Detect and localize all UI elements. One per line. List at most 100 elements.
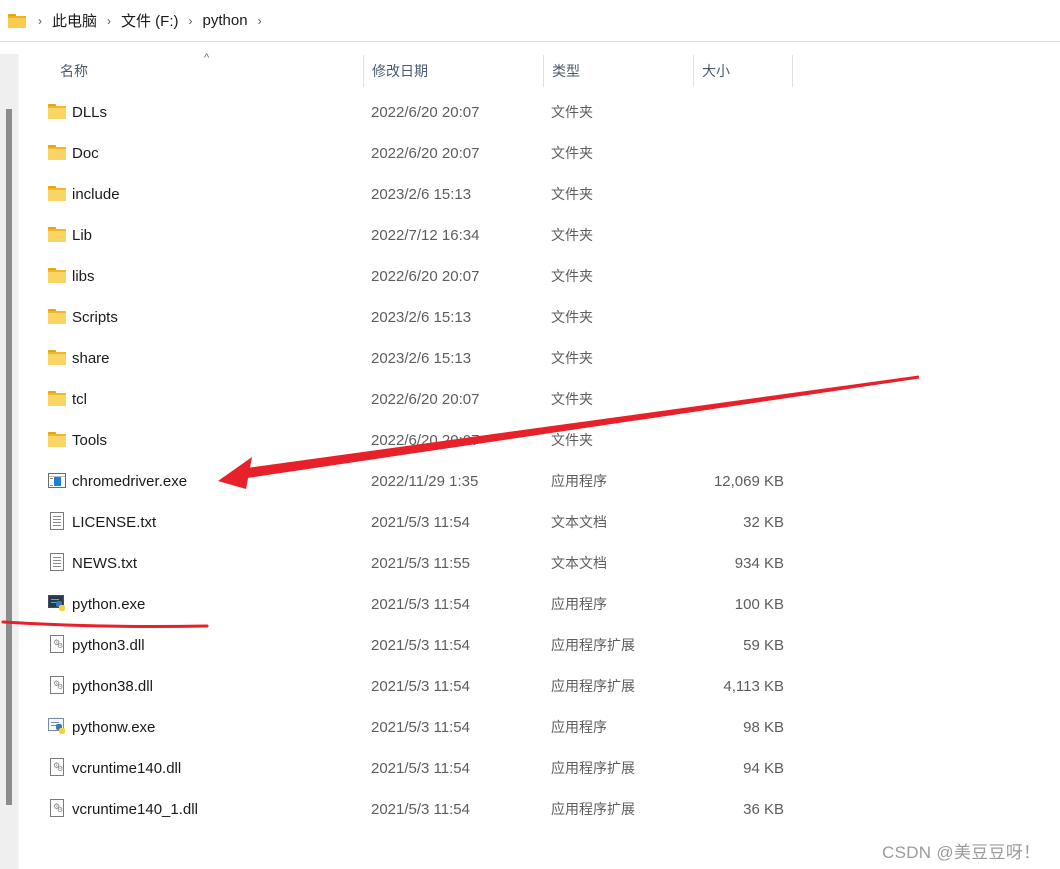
- file-type: 文件夹: [551, 309, 593, 325]
- file-date-modified: 2022/6/20 20:07: [371, 391, 480, 408]
- sort-ascending-icon: ^: [204, 52, 210, 64]
- folder-icon: [47, 226, 67, 244]
- folder-icon: [47, 267, 67, 285]
- file-row[interactable]: ⚙ ⚙ python3.dll 2021/5/3 11:54 应用程序扩展 59 KB: [20, 625, 1060, 666]
- file-size: 934 KB: [734, 555, 784, 572]
- breadcrumb-python[interactable]: python: [203, 12, 248, 29]
- navigation-pane: [0, 54, 19, 869]
- file-name[interactable]: include: [72, 174, 120, 215]
- file-name[interactable]: chromedriver.exe: [72, 461, 187, 502]
- file-name[interactable]: vcruntime140_1.dll: [72, 789, 198, 830]
- file-date-modified: 2021/5/3 11:54: [371, 678, 470, 695]
- scrollbar-thumb[interactable]: [6, 109, 12, 805]
- file-type: 文件夹: [551, 391, 593, 407]
- file-name[interactable]: Tools: [72, 420, 107, 461]
- file-name[interactable]: python3.dll: [72, 625, 145, 666]
- file-row[interactable]: DLLs 2022/6/20 20:07 文件夹: [20, 92, 1060, 133]
- file-size: 12,069 KB: [713, 473, 784, 490]
- file-name[interactable]: libs: [72, 256, 95, 297]
- file-type: 文件夹: [551, 227, 593, 243]
- file-size: 4,113 KB: [723, 678, 784, 695]
- file-name[interactable]: LICENSE.txt: [72, 502, 156, 543]
- file-row[interactable]: Doc 2022/6/20 20:07 文件夹: [20, 133, 1060, 174]
- file-row[interactable]: tcl 2022/6/20 20:07 文件夹: [20, 379, 1060, 420]
- file-date-modified: 2021/5/3 11:55: [371, 555, 470, 572]
- file-size: [620, 379, 784, 420]
- python-console-icon: [48, 595, 66, 611]
- file-name[interactable]: tcl: [72, 379, 87, 420]
- file-type: 应用程序: [551, 596, 607, 612]
- watermark: CSDN @美豆豆呀！: [882, 843, 1041, 862]
- column-header-name[interactable]: 名称: [52, 55, 88, 87]
- dll-file-icon: ⚙ ⚙: [50, 799, 64, 817]
- file-type: 文件夹: [551, 350, 593, 366]
- file-date-modified: 2023/2/6 15:13: [371, 309, 472, 326]
- chevron-right-icon[interactable]: ›: [107, 14, 111, 28]
- file-date-modified: 2022/7/12 16:34: [371, 227, 480, 244]
- file-row[interactable]: pythonw.exe 2021/5/3 11:54 应用程序 98 KB: [20, 707, 1060, 748]
- file-size: [620, 133, 784, 174]
- dll-file-icon: ⚙ ⚙: [50, 635, 64, 653]
- file-date-modified: 2023/2/6 15:13: [371, 186, 472, 203]
- file-name[interactable]: vcruntime140.dll: [72, 748, 181, 789]
- folder-icon: [47, 103, 67, 121]
- file-type: 文件夹: [551, 268, 593, 284]
- file-name[interactable]: Lib: [72, 215, 92, 256]
- folder-icon: [47, 349, 67, 367]
- file-row[interactable]: Scripts 2023/2/6 15:13 文件夹: [20, 297, 1060, 338]
- file-size: 59 KB: [743, 637, 784, 654]
- folder-icon: [47, 308, 67, 326]
- file-date-modified: 2021/5/3 11:54: [371, 760, 470, 777]
- file-row[interactable]: share 2023/2/6 15:13 文件夹: [20, 338, 1060, 379]
- file-row[interactable]: include 2023/2/6 15:13 文件夹: [20, 174, 1060, 215]
- file-type: 文本文档: [551, 555, 607, 571]
- file-type: 文件夹: [551, 145, 593, 161]
- application-icon: [48, 473, 66, 488]
- file-row[interactable]: python.exe 2021/5/3 11:54 应用程序 100 KB: [20, 584, 1060, 625]
- file-name[interactable]: Doc: [72, 133, 99, 174]
- file-name[interactable]: python38.dll: [72, 666, 153, 707]
- file-name[interactable]: share: [72, 338, 110, 379]
- column-header-date-modified[interactable]: 修改日期: [363, 55, 543, 87]
- column-header-size[interactable]: 大小: [693, 55, 793, 87]
- file-name[interactable]: DLLs: [72, 92, 107, 133]
- file-name[interactable]: python.exe: [72, 584, 145, 625]
- file-row[interactable]: LICENSE.txt 2021/5/3 11:54 文本文档 32 KB: [20, 502, 1060, 543]
- chevron-right-icon[interactable]: ›: [258, 14, 262, 28]
- file-size: [620, 174, 784, 215]
- file-size: 94 KB: [743, 760, 784, 777]
- breadcrumb-drive-f[interactable]: 文件 (F:): [121, 10, 179, 31]
- file-date-modified: 2022/6/20 20:07: [371, 145, 480, 162]
- address-bar-breadcrumb[interactable]: › 此电脑 › 文件 (F:) › python ›: [0, 0, 1060, 42]
- file-date-modified: 2022/11/29 1:35: [371, 473, 479, 490]
- file-date-modified: 2021/5/3 11:54: [371, 801, 470, 818]
- file-row[interactable]: ⚙ ⚙ python38.dll 2021/5/3 11:54 应用程序扩展 4,113 …: [20, 666, 1060, 707]
- file-type: 文件夹: [551, 186, 593, 202]
- folder-icon: [47, 431, 67, 449]
- chevron-right-icon[interactable]: ›: [189, 14, 193, 28]
- file-row[interactable]: Lib 2022/7/12 16:34 文件夹: [20, 215, 1060, 256]
- file-row[interactable]: chromedriver.exe 2022/11/29 1:35 应用程序 12,06…: [20, 461, 1060, 502]
- file-row[interactable]: ⚙ ⚙ vcruntime140.dll 2021/5/3 11:54 应用程序扩展 94…: [20, 748, 1060, 789]
- file-row[interactable]: libs 2022/6/20 20:07 文件夹: [20, 256, 1060, 297]
- file-size: 32 KB: [743, 514, 784, 531]
- file-size: [620, 297, 784, 338]
- column-header-type[interactable]: 类型: [543, 55, 693, 87]
- file-row[interactable]: ⚙ ⚙ vcruntime140_1.dll 2021/5/3 11:54 应用程序扩展…: [20, 789, 1060, 830]
- file-row[interactable]: NEWS.txt 2021/5/3 11:55 文本文档 934 KB: [20, 543, 1060, 584]
- folder-icon: [47, 144, 67, 162]
- file-name[interactable]: pythonw.exe: [72, 707, 155, 748]
- file-size: [620, 215, 784, 256]
- file-row[interactable]: Tools 2022/6/20 20:07 文件夹: [20, 420, 1060, 461]
- dll-file-icon: ⚙ ⚙: [50, 758, 64, 776]
- file-date-modified: 2021/5/3 11:54: [371, 596, 470, 613]
- breadcrumb-this-pc[interactable]: 此电脑: [52, 10, 97, 31]
- file-name[interactable]: Scripts: [72, 297, 118, 338]
- file-type: 文件夹: [551, 432, 593, 448]
- chevron-right-icon[interactable]: ›: [38, 14, 42, 28]
- file-date-modified: 2021/5/3 11:54: [371, 719, 470, 736]
- file-name[interactable]: NEWS.txt: [72, 543, 137, 584]
- dll-file-icon: ⚙ ⚙: [50, 676, 64, 694]
- folder-icon: [47, 185, 67, 203]
- file-size: 36 KB: [743, 801, 784, 818]
